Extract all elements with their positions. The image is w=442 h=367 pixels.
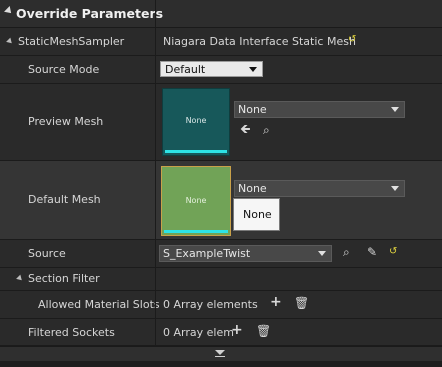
column-divider: [155, 28, 156, 345]
default-mesh-value: None: [238, 182, 267, 195]
expand-arrow-icon[interactable]: [16, 274, 24, 283]
dropdown-arrow-icon: [249, 67, 257, 72]
expand-down-icon: [215, 350, 225, 355]
column-divider: [155, 0, 156, 27]
reset-to-default-icon[interactable]: ↺: [348, 34, 356, 45]
sampler-value: Niagara Data Interface Static Mesh: [163, 35, 356, 48]
preview-thumb-text: None: [185, 116, 207, 125]
source-mode-value: Default: [165, 63, 206, 76]
source-label: Source: [28, 247, 66, 260]
allowed-slots-value: 0 Array elements: [163, 298, 258, 311]
dropdown-arrow-icon: [318, 251, 326, 256]
row-preview-mesh: Preview Mesh None None 🡸 ⌕: [0, 84, 442, 161]
row-section-filter: Section Filter: [0, 268, 442, 291]
row-source: Source S_ExampleTwist ⌕ ✎ ↺: [0, 240, 442, 268]
source-dropdown[interactable]: S_ExampleTwist: [159, 245, 332, 262]
expand-arrow-icon[interactable]: [6, 37, 14, 46]
thumb-accent-line: [165, 150, 227, 153]
row-source-mode: Source Mode Default: [0, 56, 442, 84]
collapse-arrow-icon[interactable]: [4, 6, 14, 16]
source-mode-dropdown[interactable]: Default: [160, 61, 263, 77]
row-filtered-sockets: Filtered Sockets 0 Array elem + 🗑: [0, 319, 442, 346]
preview-mesh-thumbnail[interactable]: None: [162, 88, 230, 156]
preview-mesh-label: Preview Mesh: [28, 115, 104, 128]
add-element-icon[interactable]: +: [231, 323, 243, 337]
trash-icon[interactable]: 🗑: [256, 325, 271, 337]
section-filter-label: Section Filter: [28, 272, 100, 285]
advanced-expander[interactable]: [0, 346, 442, 361]
eyedropper-icon[interactable]: ✎: [367, 246, 377, 258]
default-mesh-label: Default Mesh: [28, 193, 101, 206]
preview-mesh-dropdown[interactable]: None: [234, 101, 405, 118]
source-value: S_ExampleTwist: [163, 247, 251, 260]
dropdown-arrow-icon: [391, 186, 399, 191]
dropdown-arrow-icon: [391, 107, 399, 112]
thumb-accent-line: [164, 230, 228, 233]
filtered-sockets-label: Filtered Sockets: [28, 326, 115, 339]
use-selected-arrow-icon[interactable]: 🡸: [240, 123, 251, 136]
trash-icon[interactable]: 🗑: [294, 297, 309, 309]
row-allowed-material-slots: Allowed Material Slots 0 Array elements …: [0, 291, 442, 319]
preview-mesh-value: None: [238, 103, 267, 116]
default-mesh-dropdown[interactable]: None: [234, 180, 405, 197]
panel-header[interactable]: Override Parameters: [0, 0, 442, 28]
allowed-slots-label: Allowed Material Slots: [38, 298, 160, 311]
add-element-icon[interactable]: +: [270, 295, 282, 309]
source-mode-label: Source Mode: [28, 63, 100, 76]
sampler-label: StaticMeshSampler: [18, 35, 125, 48]
default-thumb-text: None: [185, 196, 207, 205]
row-static-mesh-sampler: StaticMeshSampler Niagara Data Interface…: [0, 28, 442, 56]
browse-magnifier-icon[interactable]: ⌕: [263, 124, 270, 136]
tooltip-popup: None: [233, 198, 280, 231]
filtered-sockets-value: 0 Array elem: [163, 326, 234, 339]
tooltip-text: None: [243, 208, 272, 221]
panel-title: Override Parameters: [16, 6, 164, 21]
reset-to-default-icon[interactable]: ↺: [389, 246, 397, 257]
panel-footer: [0, 361, 442, 367]
row-default-mesh: Default Mesh None None None: [0, 161, 442, 240]
browse-magnifier-icon[interactable]: ⌕: [343, 246, 350, 258]
default-mesh-thumbnail[interactable]: None: [161, 166, 231, 236]
expand-down-line: [215, 356, 225, 357]
